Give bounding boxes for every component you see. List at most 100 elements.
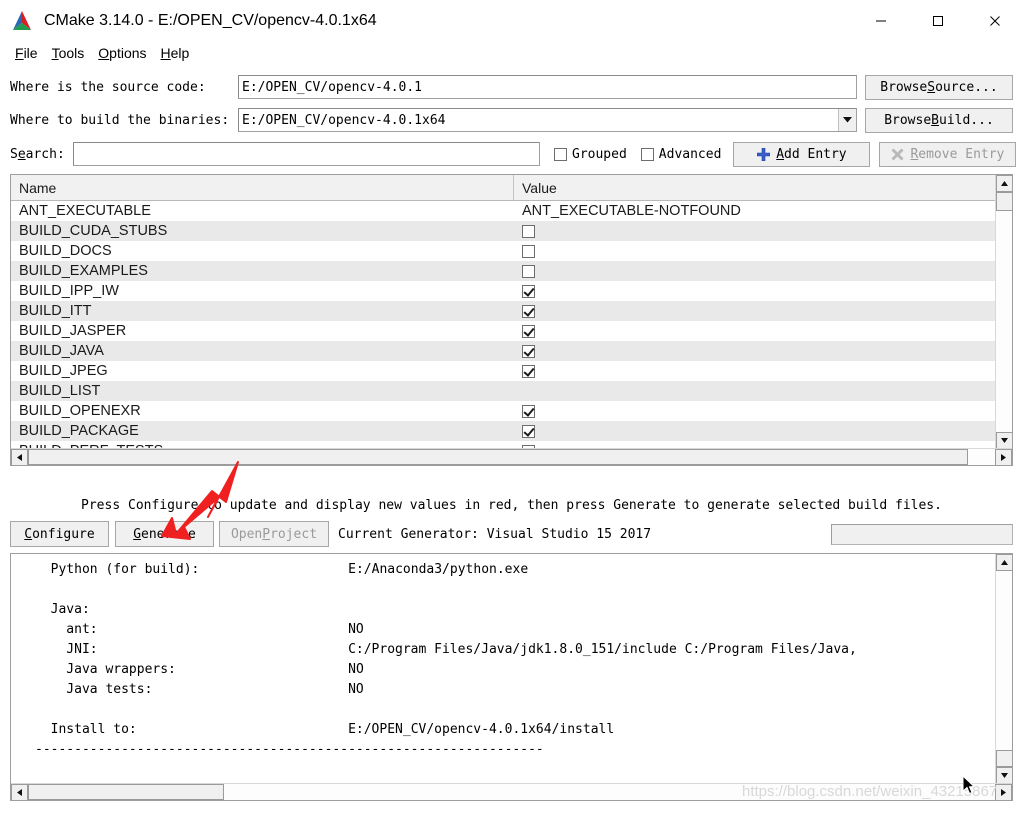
- cache-entry-value[interactable]: [514, 304, 1012, 318]
- cache-entry-value[interactable]: [514, 364, 1012, 378]
- cache-horizontal-scrollbar[interactable]: [11, 448, 1012, 465]
- build-path-label: Where to build the binaries:: [10, 112, 230, 128]
- log-scroll-thumb[interactable]: [996, 750, 1012, 767]
- scroll-up-arrow-icon[interactable]: [996, 175, 1012, 192]
- cache-entry-checkbox[interactable]: [522, 404, 535, 418]
- browse-source-button[interactable]: Browse Source...: [865, 74, 1013, 100]
- cache-entry-value[interactable]: [514, 284, 1012, 298]
- cache-entry-checkbox[interactable]: [522, 344, 535, 358]
- cache-entry-value[interactable]: [514, 264, 1012, 278]
- cache-entry-name: ANT_EXECUTABLE: [19, 203, 151, 219]
- cache-hscroll-track[interactable]: [28, 449, 995, 465]
- cache-scroll-thumb[interactable]: [996, 192, 1012, 211]
- menu-file[interactable]: File: [8, 44, 45, 62]
- scroll-right-arrow-icon[interactable]: [995, 449, 1012, 465]
- advanced-checkbox[interactable]: [640, 147, 654, 161]
- source-path-input[interactable]: E:/OPEN_CV/opencv-4.0.1: [238, 75, 857, 99]
- table-row[interactable]: BUILD_ITT: [11, 301, 1012, 321]
- cache-hscroll-thumb[interactable]: [28, 449, 968, 465]
- log-hscroll-track[interactable]: [28, 784, 995, 800]
- search-input[interactable]: [73, 142, 540, 166]
- grouped-label: Grouped: [572, 146, 627, 162]
- grouped-checkbox-row[interactable]: Grouped: [554, 147, 627, 162]
- build-path-row: Where to build the binaries: E:/OPEN_CV/…: [10, 107, 1013, 133]
- table-row[interactable]: BUILD_CUDA_STUBS: [11, 221, 1012, 241]
- cache-entry-checkbox[interactable]: [522, 364, 535, 378]
- build-path-combobox[interactable]: E:/OPEN_CV/opencv-4.0.1x64: [238, 108, 857, 132]
- browse-source-pre: Browse: [880, 79, 928, 95]
- log-horizontal-scrollbar[interactable]: [11, 783, 1012, 800]
- log-hscroll-thumb[interactable]: [28, 784, 224, 800]
- cache-entry-value[interactable]: ANT_EXECUTABLE-NOTFOUND: [514, 203, 1012, 219]
- menu-help[interactable]: Help: [154, 44, 197, 62]
- log-line: Java:: [35, 600, 994, 620]
- table-row[interactable]: BUILD_JASPER: [11, 321, 1012, 341]
- window-controls: [852, 0, 1023, 41]
- add-entry-button[interactable]: Add Entry: [733, 141, 871, 167]
- log-line: ----------------------------------------…: [35, 740, 994, 760]
- browse-build-post: uild...: [939, 112, 994, 128]
- browse-source-post: ource...: [935, 79, 998, 95]
- progress-bar: [831, 524, 1013, 545]
- table-row[interactable]: BUILD_PACKAGE: [11, 421, 1012, 441]
- cache-entry-value[interactable]: [514, 324, 1012, 338]
- source-path-value: E:/OPEN_CV/opencv-4.0.1: [242, 79, 423, 95]
- cache-vertical-scrollbar[interactable]: [995, 175, 1012, 449]
- log-scroll-right-arrow-icon[interactable]: [995, 784, 1012, 800]
- output-log-text[interactable]: Python (for build): E:/Anaconda3/python.e…: [11, 554, 994, 782]
- table-row[interactable]: BUILD_EXAMPLES: [11, 261, 1012, 281]
- cache-entry-value[interactable]: [514, 244, 1012, 258]
- log-vertical-scrollbar[interactable]: [995, 554, 1012, 784]
- log-scroll-down-arrow-icon[interactable]: [996, 767, 1012, 784]
- menu-bar: File Tools Options Help: [0, 41, 1023, 65]
- table-row[interactable]: BUILD_IPP_IW: [11, 281, 1012, 301]
- log-line-label: Java tests:: [35, 682, 153, 697]
- table-row[interactable]: BUILD_DOCS: [11, 241, 1012, 261]
- table-row[interactable]: BUILD_JPEG: [11, 361, 1012, 381]
- cache-entry-checkbox[interactable]: [522, 284, 535, 298]
- cache-entry-value[interactable]: [514, 224, 1012, 238]
- remove-entry-button[interactable]: Remove Entry: [879, 141, 1017, 167]
- column-header-value[interactable]: Value: [514, 175, 1012, 200]
- cache-entry-value[interactable]: [514, 424, 1012, 438]
- cache-entry-value[interactable]: [514, 344, 1012, 358]
- log-line-label: Java wrappers:: [35, 662, 176, 677]
- cache-entry-checkbox[interactable]: [522, 224, 535, 238]
- table-row[interactable]: BUILD_JAVA: [11, 341, 1012, 361]
- log-line-value: NO: [348, 682, 364, 697]
- log-scroll-track[interactable]: [996, 571, 1012, 767]
- cache-entry-value[interactable]: [514, 404, 1012, 418]
- minimize-button[interactable]: [852, 0, 909, 41]
- chevron-down-icon[interactable]: [838, 109, 856, 131]
- cache-entry-checkbox[interactable]: [522, 304, 535, 318]
- open-project-button[interactable]: Open Project: [219, 521, 329, 547]
- log-scroll-left-arrow-icon[interactable]: [11, 784, 28, 800]
- cache-entry-name: BUILD_PACKAGE: [19, 423, 139, 439]
- table-row[interactable]: BUILD_OPENEXR: [11, 401, 1012, 421]
- column-header-name[interactable]: Name: [11, 175, 514, 200]
- cache-entry-checkbox[interactable]: [522, 244, 535, 258]
- log-line-value: NO: [348, 622, 364, 637]
- cache-scroll-track[interactable]: [996, 192, 1012, 432]
- browse-build-mnemonic: B: [931, 112, 939, 128]
- maximize-button[interactable]: [909, 0, 966, 41]
- table-row[interactable]: BUILD_LIST: [11, 381, 1012, 401]
- generate-button[interactable]: Generate: [115, 521, 214, 547]
- close-button[interactable]: [966, 0, 1023, 41]
- configure-button[interactable]: Configure: [10, 521, 109, 547]
- log-line: Python (for build): E:/Anaconda3/python.e…: [35, 560, 994, 580]
- browse-build-button[interactable]: Browse Build...: [865, 107, 1013, 133]
- cache-entry-checkbox[interactable]: [522, 264, 535, 278]
- cache-entry-checkbox[interactable]: [522, 424, 535, 438]
- menu-tools[interactable]: Tools: [45, 44, 92, 62]
- grouped-checkbox[interactable]: [554, 147, 567, 161]
- scroll-down-arrow-icon[interactable]: [996, 432, 1012, 449]
- table-row[interactable]: ANT_EXECUTABLE ANT_EXECUTABLE-NOTFOUND: [11, 201, 1012, 221]
- scroll-left-arrow-icon[interactable]: [11, 449, 28, 465]
- cache-entry-checkbox[interactable]: [522, 324, 535, 338]
- advanced-checkbox-row[interactable]: Advanced: [640, 147, 721, 162]
- log-scroll-up-arrow-icon[interactable]: [996, 554, 1012, 571]
- cache-entries-panel: Name Value ANT_EXECUTABLE ANT_EXECUTABLE-…: [10, 174, 1013, 466]
- menu-options[interactable]: Options: [91, 44, 153, 62]
